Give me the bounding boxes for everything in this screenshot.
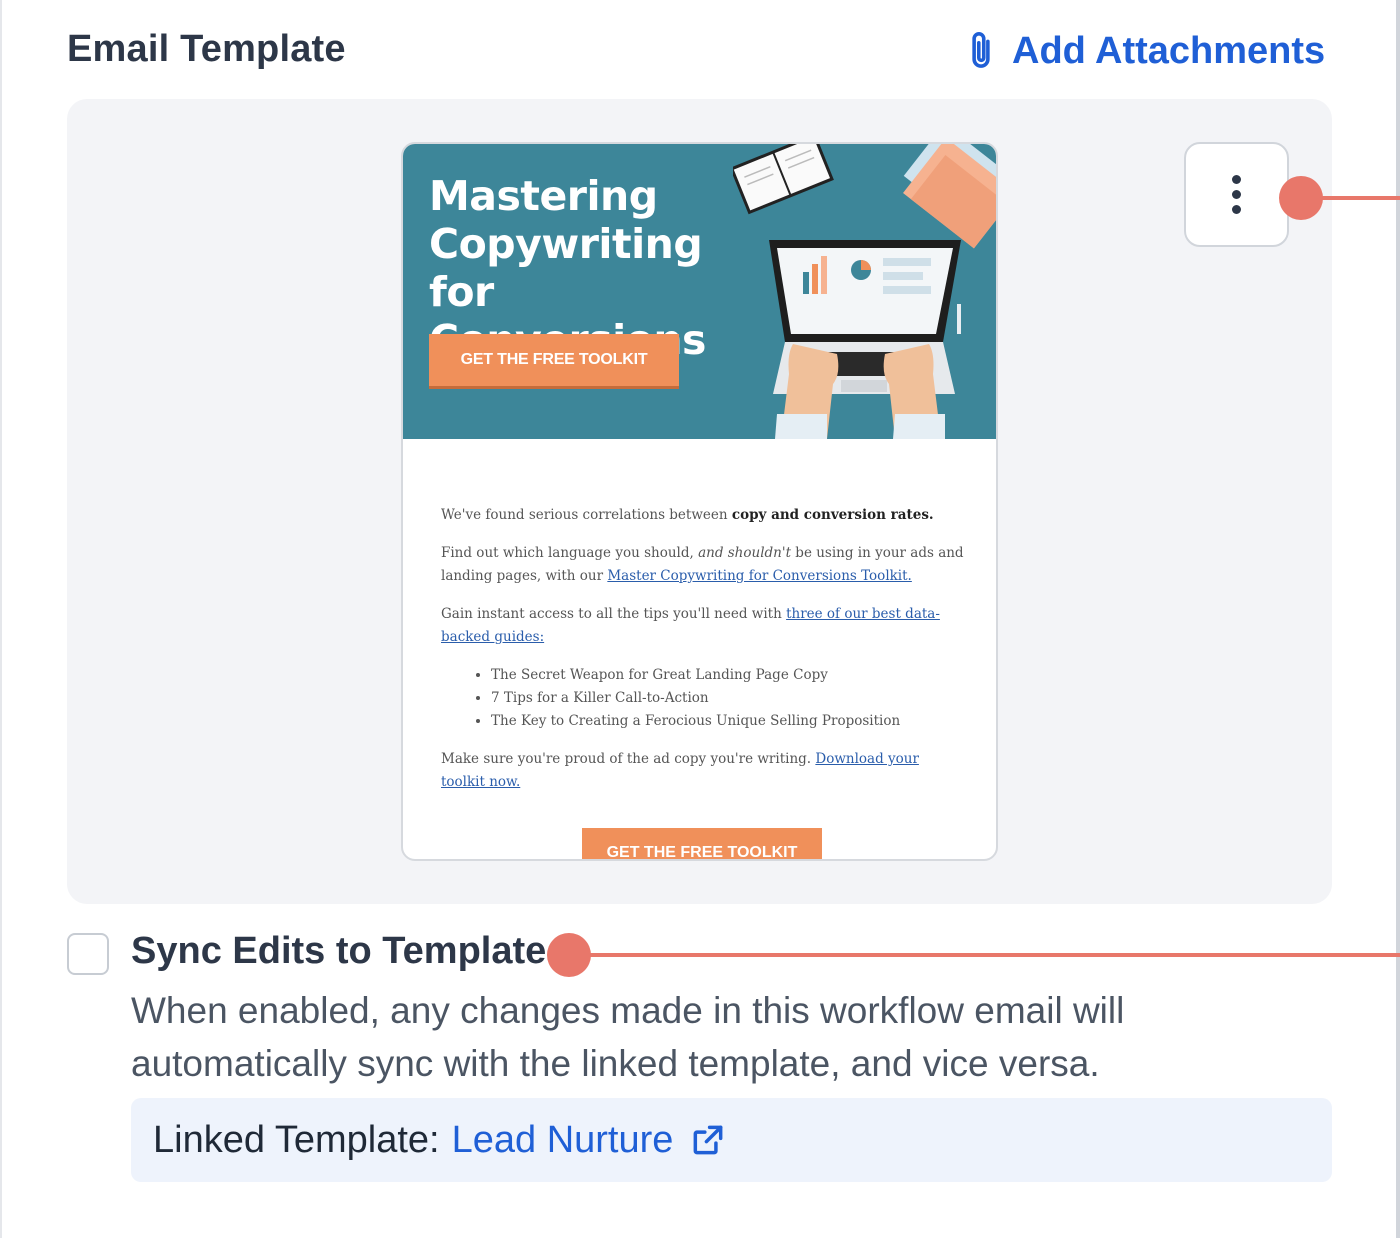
kebab-menu-icon xyxy=(1232,190,1241,199)
toolkit-link[interactable]: Master Copywriting for Conversions Toolk… xyxy=(607,568,912,584)
external-link-icon[interactable] xyxy=(689,1121,727,1159)
email-preview-card[interactable]: Mastering Copywriting for Conversions GE… xyxy=(401,142,998,861)
sync-edits-checkbox[interactable] xyxy=(67,933,109,975)
email-paragraph: Make sure you're proud of the ad copy yo… xyxy=(441,748,966,794)
email-intro: We've found serious correlations between… xyxy=(441,504,966,527)
callout-line xyxy=(568,953,1400,957)
email-text: We've found serious correlations between xyxy=(441,507,728,523)
email-hero-banner: Mastering Copywriting for Conversions GE… xyxy=(403,144,996,439)
list-item: The Secret Weapon for Great Landing Page… xyxy=(491,664,966,687)
add-attachments-label: Add Attachments xyxy=(1012,29,1326,72)
hero-cta-button: GET THE FREE TOOLKIT xyxy=(429,334,679,386)
email-text: Make sure you're proud of the ad copy yo… xyxy=(441,751,812,767)
email-paragraph: Gain instant access to all the tips you'… xyxy=(441,603,966,649)
scrollbar-track[interactable] xyxy=(1396,0,1400,1238)
list-item: The Key to Creating a Ferocious Unique S… xyxy=(491,710,966,733)
callout-dot xyxy=(1279,176,1323,220)
sync-edits-description: When enabled, any changes made in this w… xyxy=(131,990,1125,1084)
email-italic-text: and shouldn't xyxy=(698,545,791,561)
email-text: Gain instant access to all the tips you'… xyxy=(441,606,782,622)
list-item: 7 Tips for a Killer Call-to-Action xyxy=(491,687,966,710)
linked-template-link[interactable]: Lead Nurture xyxy=(452,1119,674,1162)
email-bold-text: copy and conversion rates. xyxy=(731,507,934,523)
email-bullet-list: The Secret Weapon for Great Landing Page… xyxy=(491,664,966,733)
linked-template-label: Linked Template: xyxy=(153,1118,440,1161)
email-paragraph: Find out which language you should, and … xyxy=(441,542,966,588)
kebab-menu-icon xyxy=(1232,175,1241,184)
callout-dot xyxy=(547,933,591,977)
hero-title-line: Mastering xyxy=(429,172,658,220)
email-text: Find out which language you should, xyxy=(441,545,694,561)
add-attachments-button[interactable]: Add Attachments xyxy=(964,28,1325,74)
kebab-menu-icon xyxy=(1232,205,1241,214)
footer-cta-button: GET THE FREE TOOLKIT xyxy=(582,828,822,859)
section-title: Email Template xyxy=(67,28,346,70)
hero-title-line: Copywriting for xyxy=(429,220,703,316)
paperclip-icon xyxy=(972,32,990,68)
frame-border xyxy=(0,0,2,1238)
email-body: We've found serious correlations between… xyxy=(441,504,966,809)
kebab-menu-button[interactable] xyxy=(1184,142,1289,247)
sync-edits-label: Sync Edits to Template xyxy=(131,930,547,972)
linked-template-box: Linked Template: Lead Nurture xyxy=(131,1098,1332,1182)
laptop-illustration xyxy=(733,144,996,439)
